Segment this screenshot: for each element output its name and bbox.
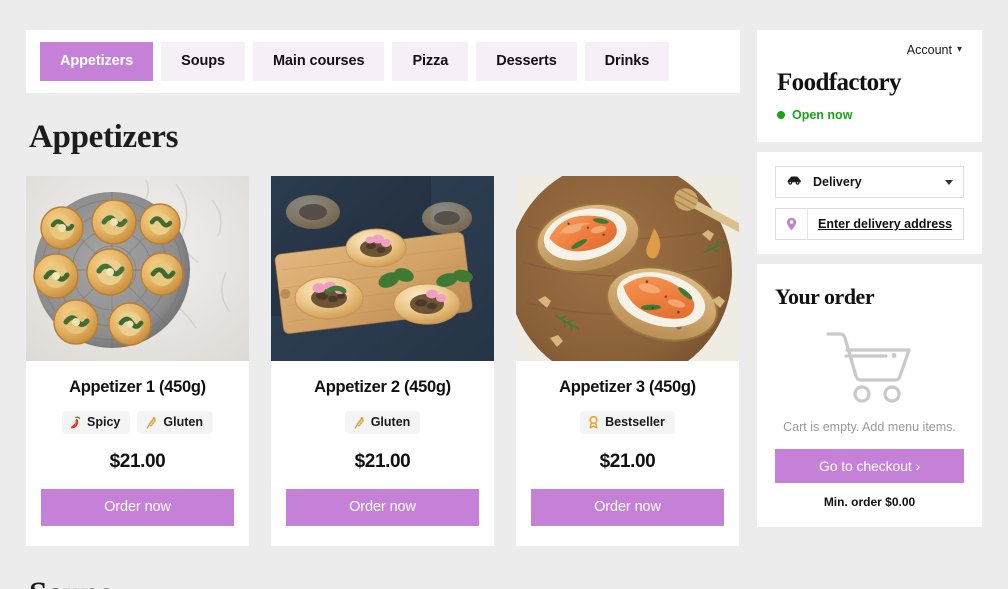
tag-spicy: Spicy [62, 410, 131, 434]
tag-gluten: Gluten [137, 410, 213, 434]
delivery-mode-select[interactable]: Delivery [775, 166, 964, 198]
status-badge: Open now [777, 108, 962, 122]
dropdown-caret-icon [945, 179, 953, 185]
status-label: Open now [792, 108, 853, 122]
page-root: Appetizers Soups Main courses Pizza Dess… [0, 0, 1008, 589]
product-card[interactable]: Appetizer 2 (450g) Gluten $21.00 Order n… [271, 175, 494, 546]
award-medal-icon [588, 415, 599, 429]
tag-label: Gluten [163, 414, 203, 429]
location-pin-icon [776, 209, 808, 239]
product-title: Appetizer 1 (450g) [69, 377, 206, 396]
menu-category-tabs: Appetizers Soups Main courses Pizza Dess… [26, 30, 740, 93]
restaurant-name: Foodfactory [777, 69, 902, 96]
tab-main-courses[interactable]: Main courses [252, 42, 385, 81]
product-tags: Spicy Gluten [62, 410, 213, 434]
empty-cart-message: Cart is empty. Add menu items. [783, 420, 956, 434]
product-image-salmon-toasts [516, 175, 739, 361]
tag-label: Bestseller [605, 414, 665, 429]
product-price: $21.00 [599, 450, 656, 472]
product-title: Appetizer 3 (450g) [559, 377, 696, 396]
product-tags: Gluten [344, 410, 421, 434]
tab-appetizers[interactable]: Appetizers [40, 42, 154, 81]
tag-gluten: Gluten [344, 410, 421, 434]
product-price: $21.00 [354, 450, 411, 472]
car-icon [786, 173, 802, 191]
delivery-address-label: Enter delivery address [818, 217, 953, 231]
product-tags: Bestseller [580, 410, 675, 434]
product-title: Appetizer 2 (450g) [314, 377, 451, 396]
go-to-checkout-button[interactable]: Go to checkout › [775, 449, 964, 483]
tag-label: Spicy [87, 414, 121, 429]
wheat-icon [353, 416, 365, 429]
tab-soups[interactable]: Soups [161, 42, 245, 81]
wheat-icon [145, 416, 157, 429]
sidebar: Account ▾ Foodfactory Open now Delivery [757, 30, 982, 527]
main-content: Appetizers Soups Main courses Pizza Dess… [26, 30, 740, 589]
delivery-panel: Delivery Enter delivery address [757, 152, 982, 254]
tab-desserts[interactable]: Desserts [476, 42, 577, 81]
section-heading-appetizers: Appetizers [29, 118, 179, 155]
product-image-mushroom-tartlets [271, 175, 494, 361]
order-now-button[interactable]: Order now [531, 488, 724, 526]
tab-drinks[interactable]: Drinks [584, 42, 670, 81]
order-now-button[interactable]: Order now [286, 488, 479, 526]
order-now-button[interactable]: Order now [41, 488, 234, 526]
minimum-order-text: Min. order $0.00 [823, 495, 916, 509]
order-panel: Your order Cart is empty. Add menu items… [757, 264, 982, 527]
product-image-spinach-pinwheels [26, 175, 249, 361]
product-card[interactable]: Appetizer 3 (450g) Bestseller $21.00 Ord… [516, 175, 739, 546]
delivery-mode-label: Delivery [813, 175, 862, 189]
empty-cart-illustration [775, 328, 964, 404]
product-card[interactable]: Appetizer 1 (450g) Spicy Gluten $21.00 O… [26, 175, 249, 546]
tag-label: Gluten [370, 414, 411, 429]
chevron-down-icon: ▾ [956, 44, 962, 55]
status-dot-icon [777, 111, 785, 119]
tag-bestseller: Bestseller [580, 410, 675, 434]
section-heading-soups: Soups [29, 576, 740, 589]
delivery-address-field[interactable]: Enter delivery address [775, 208, 964, 240]
product-price: $21.00 [109, 450, 166, 472]
restaurant-info-panel: Account ▾ Foodfactory Open now [757, 30, 982, 142]
order-panel-title: Your order [775, 284, 875, 309]
tab-pizza[interactable]: Pizza [392, 42, 469, 81]
account-menu[interactable]: Account ▾ [777, 43, 962, 57]
account-label: Account [906, 43, 952, 57]
product-grid: Appetizer 1 (450g) Spicy Gluten $21.00 O… [26, 175, 740, 546]
chili-pepper-icon [70, 415, 81, 429]
